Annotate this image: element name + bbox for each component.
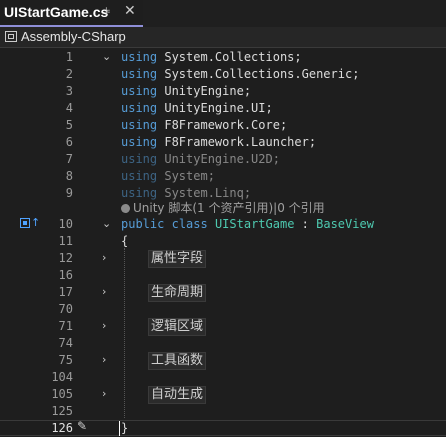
- line-number: 1: [65, 50, 73, 64]
- code-line: 17 › 生命周期: [0, 284, 446, 302]
- navigation-bar[interactable]: Assembly-CSharp: [0, 27, 446, 48]
- code-line: ↑ 10 ⌄ public class UIStartGame : BaseVi…: [0, 216, 446, 233]
- line-number: 11: [58, 234, 73, 248]
- collapsed-region[interactable]: 逻辑区域: [148, 318, 207, 336]
- line-number: 71: [58, 319, 73, 333]
- quick-actions-icon[interactable]: ✎: [77, 419, 87, 433]
- collapse-icon[interactable]: ⌄: [102, 50, 111, 63]
- close-icon[interactable]: ✕: [124, 3, 136, 19]
- unity-icon: [121, 204, 130, 213]
- expand-icon[interactable]: ›: [102, 285, 106, 298]
- expand-icon[interactable]: ›: [102, 353, 106, 366]
- code-line: 125: [0, 403, 446, 420]
- code-line: 74: [0, 335, 446, 352]
- code-line: 104: [0, 369, 446, 386]
- code-line: 4 using UnityEngine.UI;: [0, 100, 446, 117]
- tab-bar: UIStartGame.cs ⊧ ✕: [0, 0, 446, 27]
- line-number: 7: [65, 152, 73, 166]
- line-number: 6: [65, 135, 73, 149]
- line-number: 3: [65, 84, 73, 98]
- using-statement: using UnityEngine;: [121, 84, 252, 98]
- project-dropdown-label: Assembly-CSharp: [21, 29, 126, 44]
- line-number: 125: [51, 404, 73, 418]
- assembly-icon: [5, 31, 17, 42]
- code-line: 71 › 逻辑区域: [0, 318, 446, 336]
- codelens[interactable]: Unity 脚本(1 个资产引用)|0 个引用: [121, 199, 325, 216]
- current-code-line: 126 ✎ }: [0, 419, 446, 437]
- open-brace: {: [121, 234, 129, 248]
- using-statement: using F8Framework.Core;: [121, 118, 288, 132]
- line-number: 17: [58, 285, 73, 299]
- code-line: 5 using F8Framework.Core;: [0, 117, 446, 134]
- using-statement: using System.Collections;: [121, 50, 302, 64]
- line-number: 105: [51, 387, 73, 401]
- collapsed-region[interactable]: 生命周期: [148, 284, 207, 302]
- line-number: 74: [58, 336, 73, 350]
- using-statement: using System.Collections.Generic;: [121, 67, 360, 81]
- unused-using-statement: using UnityEngine.U2D;: [121, 152, 280, 166]
- code-line: 105 › 自动生成: [0, 386, 446, 404]
- code-editor[interactable]: 1 ⌄ using System.Collections; 2 using Sy…: [0, 48, 446, 436]
- line-number: 2: [65, 67, 73, 81]
- go-to-base-icon[interactable]: ↑: [31, 216, 40, 229]
- line-number: 16: [58, 268, 73, 282]
- unused-using-statement: using System;: [121, 169, 215, 183]
- code-line: 75 › 工具函数: [0, 352, 446, 370]
- using-statement: using UnityEngine.UI;: [121, 101, 273, 115]
- collapsed-region[interactable]: 自动生成: [148, 386, 207, 404]
- tab-title: UIStartGame.cs: [4, 4, 109, 20]
- collapsed-region[interactable]: 工具函数: [148, 352, 207, 370]
- expand-icon[interactable]: ›: [102, 387, 106, 400]
- code-line: 1 ⌄ using System.Collections;: [0, 49, 446, 66]
- line-number: 75: [58, 353, 73, 367]
- unused-using-statement: using System.Linq;: [121, 186, 252, 200]
- pin-icon[interactable]: ⊧: [105, 5, 111, 18]
- line-number: 10: [58, 217, 73, 231]
- code-line: 70: [0, 301, 446, 318]
- using-statement: using F8Framework.Launcher;: [121, 135, 317, 149]
- collapsed-region[interactable]: 属性字段: [148, 250, 207, 268]
- code-line: 8 using System;: [0, 168, 446, 185]
- implementation-icon[interactable]: [20, 218, 30, 228]
- line-number: 104: [51, 370, 73, 384]
- expand-icon[interactable]: ›: [102, 251, 106, 264]
- line-number: 9: [65, 186, 73, 200]
- code-line: 12 › 属性字段: [0, 250, 446, 268]
- codelens-row: Unity 脚本(1 个资产引用)|0 个引用: [0, 199, 446, 216]
- code-line: 3 using UnityEngine;: [0, 83, 446, 100]
- line-number: 4: [65, 101, 73, 115]
- collapse-icon[interactable]: ⌄: [102, 217, 111, 230]
- code-line: 16: [0, 267, 446, 284]
- code-line: 11 {: [0, 233, 446, 250]
- tab-uistartgame[interactable]: UIStartGame.cs ⊧ ✕: [0, 0, 143, 27]
- expand-icon[interactable]: ›: [102, 319, 106, 332]
- text-cursor: [119, 421, 120, 436]
- line-number: 8: [65, 169, 73, 183]
- line-number: 5: [65, 118, 73, 132]
- code-line: 7 using UnityEngine.U2D;: [0, 151, 446, 168]
- code-line: 2 using System.Collections.Generic;: [0, 66, 446, 83]
- code-line: 6 using F8Framework.Launcher;: [0, 134, 446, 151]
- indent-guide: [124, 248, 126, 418]
- class-declaration: public class UIStartGame : BaseView: [121, 217, 374, 231]
- line-number: 70: [58, 302, 73, 316]
- line-number: 12: [58, 251, 73, 265]
